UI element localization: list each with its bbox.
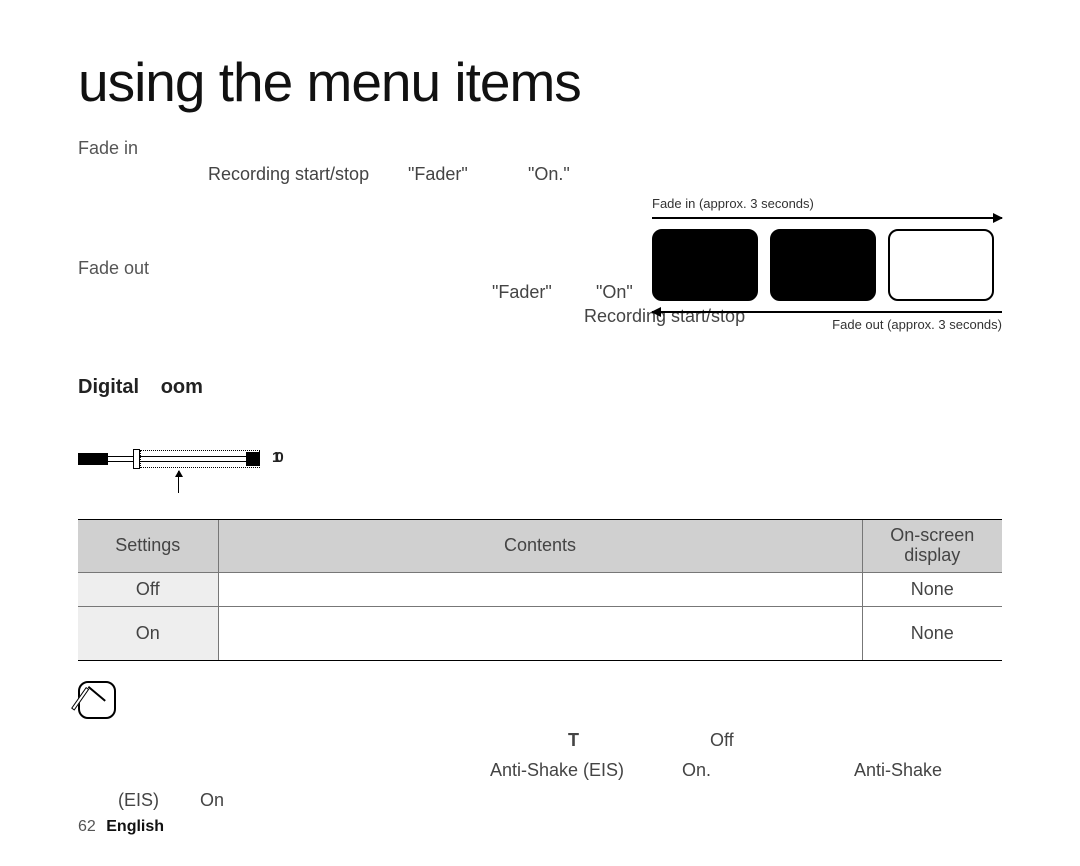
zoom-bar-end-block [246,452,260,466]
zoom-bar-left-block [78,453,108,465]
contents-col-header: Contents [218,520,862,573]
fade-out-text-b: "Fader" [492,282,552,303]
note-antishake-eis: Anti-Shake (EIS) [490,755,624,786]
note-off: Off [710,725,734,756]
settings-table: Settings Contents On-screen display Off … [78,519,1002,661]
frame-black-icon [770,229,876,301]
fade-in-text-c: "On." [528,164,570,185]
note-icon [78,681,116,719]
fade-in-heading: Fade in [78,138,1002,159]
note-text-block: T Off Anti-Shake (EIS) On. Anti-Shake (E… [78,725,1002,815]
osd-header-line1: On-screen [890,525,974,545]
fade-in-text-a: Recording start/stop [208,164,369,185]
fade-out-text-c: "On" [596,282,633,303]
note-on-dot: On. [682,755,711,786]
arrow-right-icon [652,217,1002,219]
note-on: On [200,785,224,816]
section-digital-zoom: Digital oom [78,376,1002,399]
cell-contents [218,606,862,660]
zoom-bar-dotted-region [140,450,260,468]
fade-diagram: Fade in (approx. 3 seconds) Fade out (ap… [652,196,1002,332]
osd-col-header: On-screen display [862,520,1002,573]
frame-white-icon [888,229,994,301]
cell-osd: None [862,606,1002,660]
cell-contents [218,572,862,606]
osd-header-line2: display [904,545,960,565]
section-title-a: Digital [78,376,139,398]
cell-setting: On [78,606,218,660]
cell-setting: Off [78,572,218,606]
fade-in-text-b: "Fader" [408,164,468,185]
zoom-bar-label: 10 [272,449,279,466]
note-t: T [568,725,579,756]
page-number: 62 [78,818,96,835]
table-row: Off None [78,572,1002,606]
zoom-bar-pointer-icon [178,471,179,493]
frame-black-icon [652,229,758,301]
section-title-b: oom [161,376,203,398]
arrow-left-icon [652,311,1002,313]
settings-col-header: Settings [78,520,218,573]
fade-in-caption: Fade in (approx. 3 seconds) [652,196,1002,211]
note-antishake: Anti-Shake [854,755,942,786]
page-footer: 62 English [78,818,164,836]
fade-out-caption: Fade out (approx. 3 seconds) [652,317,1002,332]
note-eis: (EIS) [118,785,159,816]
zoom-bar-cursor [133,449,140,469]
page-title: using the menu items [78,50,1002,114]
page-language: English [106,818,164,835]
zoom-bar-diagram: 10 [78,443,278,483]
table-row: On None [78,606,1002,660]
cell-osd: None [862,572,1002,606]
